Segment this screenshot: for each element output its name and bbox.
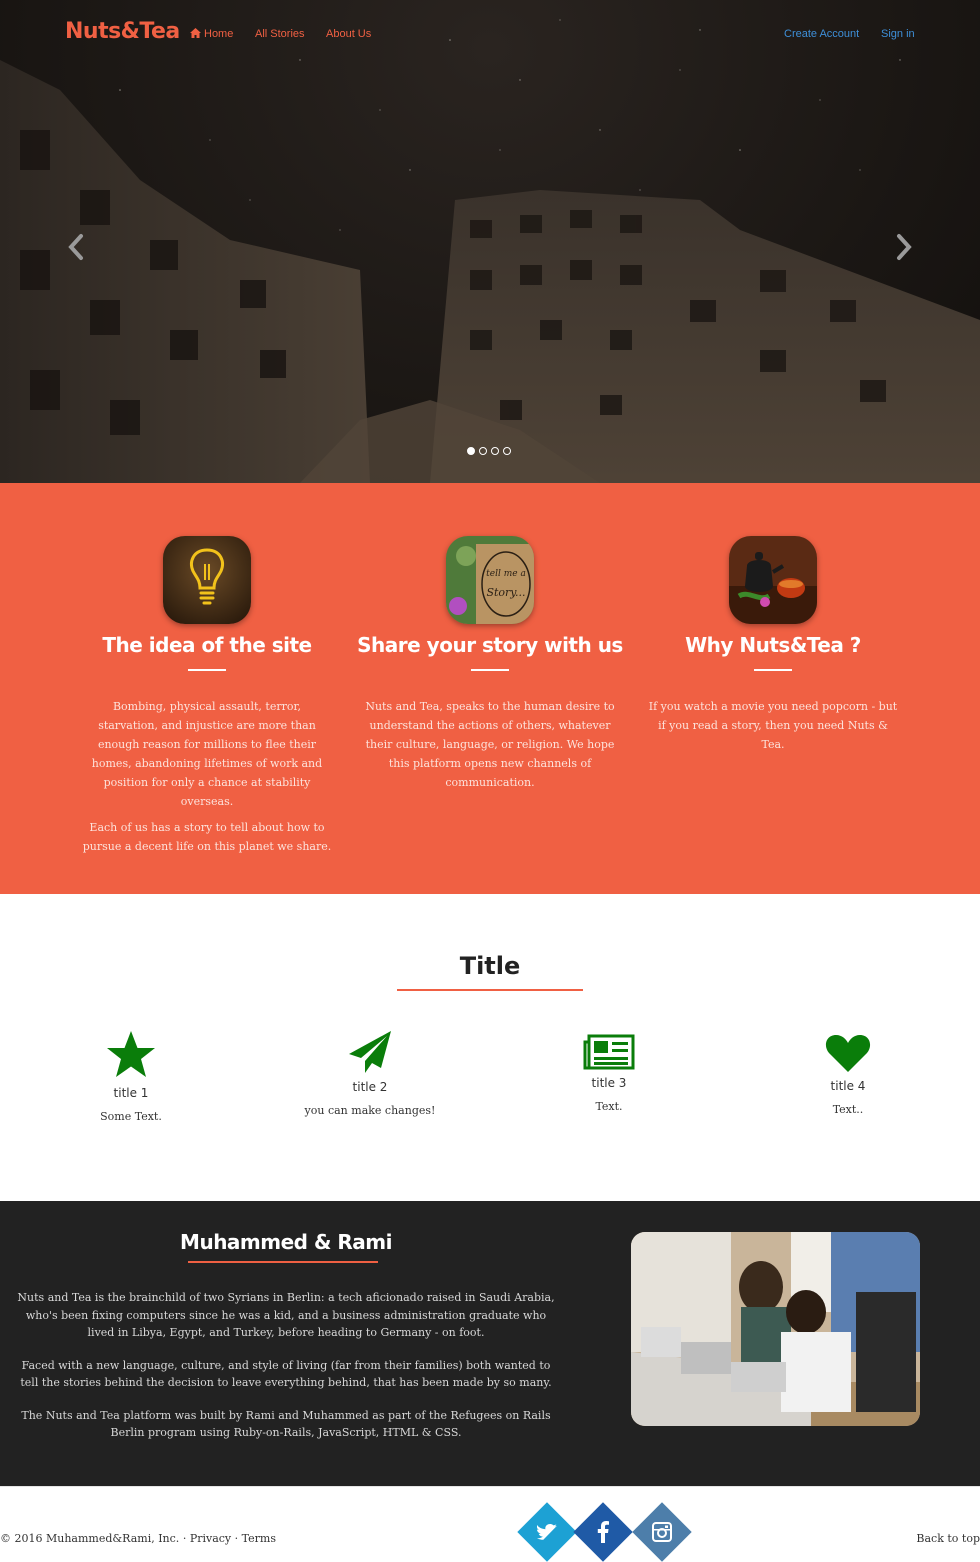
story-sign-line-1: tell me a bbox=[486, 569, 526, 579]
feature-idea-paragraph-2: Each of us has a story to tell about how… bbox=[82, 821, 332, 853]
carousel-next-arrow-icon[interactable] bbox=[892, 232, 916, 262]
services-section: Title title 1 Some Text. title 2 you can… bbox=[0, 894, 980, 1201]
about-text: Nuts and Tea is the brainchild of two Sy… bbox=[12, 1289, 560, 1442]
story-sign-icon: tell me a Story... bbox=[446, 536, 534, 624]
top-navbar: Nuts&Tea Home All Stories About Us Creat… bbox=[0, 0, 980, 70]
story-sign-line-2: Story... bbox=[486, 586, 525, 599]
paper-plane-icon bbox=[349, 1031, 391, 1073]
feature-idea-underline bbox=[188, 669, 226, 671]
back-to-top-link[interactable]: Back to top bbox=[916, 1532, 980, 1545]
carousel-indicator-3[interactable] bbox=[491, 447, 499, 455]
feature-share-story-title: Share your story with us bbox=[357, 633, 623, 657]
heart-icon bbox=[825, 1035, 871, 1072]
nav-all-stories-link[interactable]: All Stories bbox=[255, 28, 305, 40]
service-item-4-text: Text.. bbox=[832, 1103, 864, 1116]
about-paragraph-1: Nuts and Tea is the brainchild of two Sy… bbox=[17, 1291, 555, 1339]
feature-why-underline bbox=[754, 669, 792, 671]
service-item-1: title 1 Some Text. bbox=[41, 1030, 221, 1123]
feature-share-story-paragraph-1: Nuts and Tea, speaks to the human desire… bbox=[365, 700, 615, 789]
service-item-4: title 4 Text.. bbox=[758, 1033, 938, 1116]
brand-logo[interactable]: Nuts&Tea bbox=[65, 19, 180, 44]
newspaper-icon bbox=[583, 1034, 635, 1070]
carousel-indicators bbox=[467, 447, 511, 455]
nav-home-label: Home bbox=[204, 28, 234, 40]
about-paragraph-3: The Nuts and Tea platform was built by R… bbox=[21, 1408, 551, 1440]
nav-create-account-link[interactable]: Create Account bbox=[784, 28, 859, 40]
carousel-indicator-2[interactable] bbox=[479, 447, 487, 455]
privacy-link[interactable]: Privacy bbox=[190, 1532, 231, 1545]
home-icon bbox=[190, 28, 201, 38]
facebook-button[interactable] bbox=[573, 1502, 633, 1562]
twitter-button[interactable] bbox=[517, 1502, 577, 1562]
feature-idea-paragraph-1: Bombing, physical assault, terror, starv… bbox=[91, 700, 323, 808]
feature-why-image bbox=[729, 536, 817, 624]
about-section: Muhammed & Rami Nuts and Tea is the brai… bbox=[0, 1201, 980, 1486]
terms-link[interactable]: Terms bbox=[242, 1532, 276, 1545]
nav-sign-in-link[interactable]: Sign in bbox=[881, 28, 915, 40]
feature-idea-title: The idea of the site bbox=[102, 633, 312, 657]
services-title-underline bbox=[397, 989, 583, 991]
feature-share-story-underline bbox=[471, 669, 509, 671]
copyright-text: © 2016 Muhammed&Rami, Inc. bbox=[0, 1532, 180, 1545]
service-item-3: title 3 Text. bbox=[519, 1034, 699, 1113]
about-title-underline bbox=[188, 1261, 378, 1263]
about-paragraph-2: Faced with a new language, culture, and … bbox=[20, 1358, 552, 1390]
carousel-indicator-4[interactable] bbox=[503, 447, 511, 455]
hero-carousel: Nuts&Tea Home All Stories About Us Creat… bbox=[0, 0, 980, 483]
features-section: The idea of the site Bombing, physical a… bbox=[0, 483, 980, 894]
carousel-indicator-1[interactable] bbox=[467, 447, 475, 455]
founders-photo bbox=[631, 1232, 920, 1426]
twitter-icon bbox=[526, 1511, 568, 1553]
feature-why-title: Why Nuts&Tea ? bbox=[685, 633, 861, 657]
founders-photo-image bbox=[631, 1232, 920, 1426]
service-item-2-title: title 2 bbox=[352, 1080, 388, 1094]
facebook-icon bbox=[582, 1511, 624, 1553]
hero-background-image bbox=[0, 19, 980, 483]
nav-home-link[interactable]: Home bbox=[190, 28, 233, 40]
about-title: Muhammed & Rami bbox=[180, 1230, 392, 1254]
feature-why-paragraph-1: If you watch a movie you need popcorn - … bbox=[648, 700, 898, 751]
star-icon bbox=[107, 1031, 155, 1077]
service-item-2-text: you can make changes! bbox=[304, 1104, 436, 1117]
feature-share-story-image: tell me a Story... bbox=[446, 536, 534, 624]
service-item-1-text: Some Text. bbox=[100, 1110, 162, 1123]
feature-share-story-text: Nuts and Tea, speaks to the human desire… bbox=[365, 697, 615, 792]
instagram-button[interactable] bbox=[632, 1502, 692, 1562]
feature-idea-image bbox=[163, 536, 251, 624]
footer-separator-2: · bbox=[234, 1532, 239, 1545]
nav-about-us-link[interactable]: About Us bbox=[326, 28, 371, 40]
service-item-2: title 2 you can make changes! bbox=[280, 1030, 460, 1117]
footer-copyright: © 2016 Muhammed&Rami, Inc. · Privacy · T… bbox=[0, 1532, 276, 1545]
services-title: Title bbox=[459, 952, 521, 980]
instagram-icon bbox=[641, 1511, 683, 1553]
service-item-1-title: title 1 bbox=[113, 1086, 149, 1100]
service-item-3-text: Text. bbox=[595, 1100, 623, 1113]
service-item-3-title: title 3 bbox=[591, 1076, 627, 1090]
feature-idea-text: Bombing, physical assault, terror, starv… bbox=[82, 697, 332, 856]
footer-separator-1: · bbox=[182, 1532, 187, 1545]
teapot-icon bbox=[729, 536, 817, 624]
service-item-4-title: title 4 bbox=[830, 1079, 866, 1093]
carousel-prev-arrow-icon[interactable] bbox=[64, 232, 88, 262]
lightbulb-icon bbox=[163, 536, 251, 624]
footer: © 2016 Muhammed&Rami, Inc. · Privacy · T… bbox=[0, 1486, 980, 1562]
feature-why-text: If you watch a movie you need popcorn - … bbox=[648, 697, 898, 754]
